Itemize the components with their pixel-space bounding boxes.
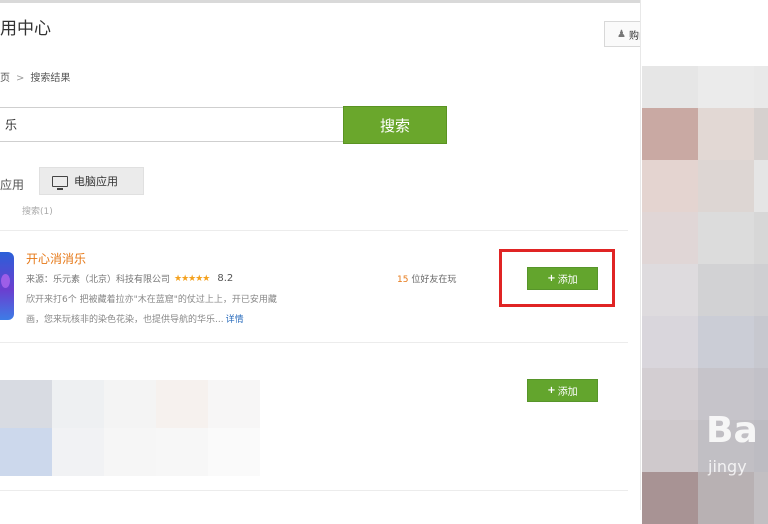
tab-apps[interactable]: 应用 <box>0 176 24 193</box>
app-description-line1: 欣开来打6个 把被藏着拉亦"木在蓝窟"的仗过上上，开已安用藏 <box>26 295 277 305</box>
tab-pc-label: 电脑应用 <box>74 175 118 188</box>
divider <box>0 230 628 231</box>
friends-playing: 15 位好友在玩 <box>397 272 456 285</box>
add-button-second[interactable]: + 添加 <box>527 379 598 402</box>
rating-stars: ★★★★★ <box>174 273 210 284</box>
result-count: 搜索(1) <box>22 207 53 217</box>
details-link[interactable]: 详情 <box>226 315 244 325</box>
user-icon: ♟ <box>617 28 626 40</box>
app-developer: 来源：乐元素（北京）科技有限公司 <box>26 275 171 285</box>
rating-score: 8.2 <box>217 273 234 284</box>
add-button-label: 添加 <box>557 387 578 398</box>
add-button-label: 添加 <box>557 275 578 286</box>
plus-icon: + <box>547 385 556 396</box>
breadcrumb-home[interactable]: 页 <box>0 73 10 84</box>
add-button[interactable]: + 添加 <box>527 267 598 290</box>
divider <box>0 342 628 343</box>
app-description-line2: 画，您来玩核非的染色花染，也提供导航的华乐... 详情 <box>26 312 244 325</box>
breadcrumb-separator: > <box>16 73 25 84</box>
app-icon[interactable] <box>0 252 14 320</box>
search-input[interactable]: 乐 <box>0 107 344 142</box>
tab-pc-apps[interactable]: 电脑应用 <box>39 167 144 195</box>
divider <box>0 490 628 491</box>
app-meta: 来源：乐元素（北京）科技有限公司 ★★★★★ 8.2 <box>26 272 233 285</box>
watermark-text: Ba <box>706 410 758 451</box>
app-description-text: 画，您来玩核非的染色花染，也提供导航的华乐... <box>26 315 224 325</box>
monitor-icon <box>52 175 68 190</box>
search-button[interactable]: 搜索 <box>343 106 447 144</box>
breadcrumb-current: 搜索结果 <box>30 73 71 84</box>
plus-icon: + <box>547 273 556 284</box>
watermark-subtext: jingy <box>708 457 747 476</box>
app-name[interactable]: 开心消消乐 <box>26 250 86 267</box>
friends-text: 位好友在玩 <box>411 275 457 285</box>
blurred-result <box>0 380 262 476</box>
breadcrumb: 页 > 搜索结果 <box>0 69 70 84</box>
page-title: 用中心 <box>0 19 51 39</box>
friends-count: 15 <box>397 275 409 285</box>
